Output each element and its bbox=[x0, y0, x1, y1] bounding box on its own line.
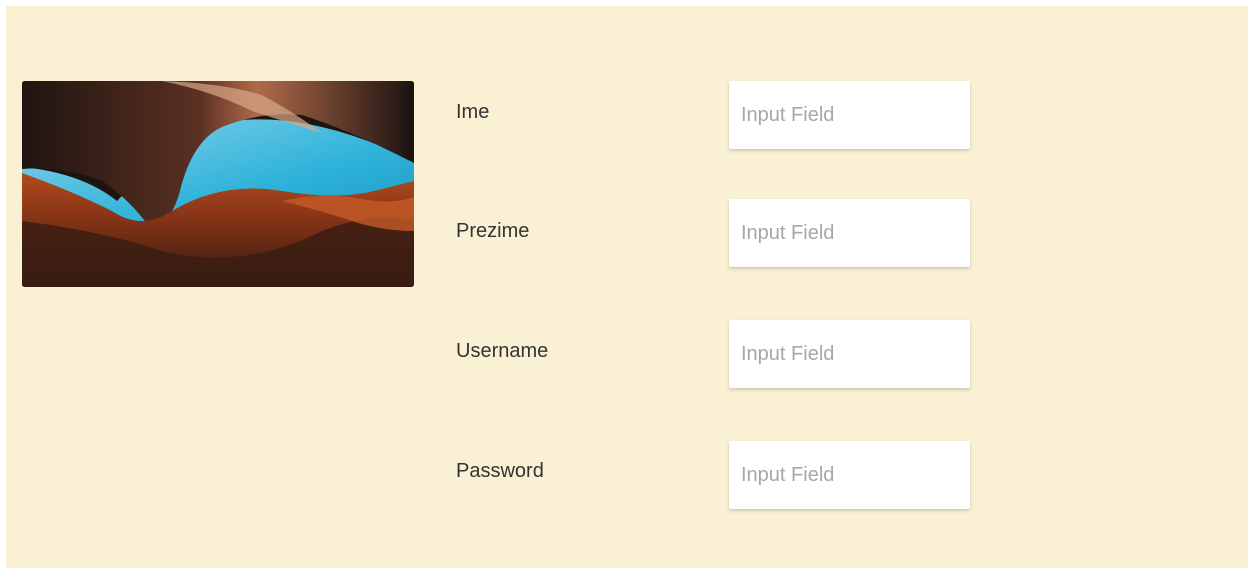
password-label: Password bbox=[456, 460, 544, 482]
ime-input[interactable] bbox=[729, 81, 970, 149]
ime-label: Ime bbox=[456, 101, 490, 123]
prezime-label: Prezime bbox=[456, 220, 530, 242]
username-label: Username bbox=[456, 340, 549, 362]
username-input[interactable] bbox=[729, 320, 970, 388]
prezime-input[interactable] bbox=[729, 199, 970, 267]
form-panel: Ime Prezime Username Password bbox=[6, 6, 1248, 568]
password-input[interactable] bbox=[729, 441, 970, 509]
canyon-photo-icon bbox=[22, 81, 414, 287]
